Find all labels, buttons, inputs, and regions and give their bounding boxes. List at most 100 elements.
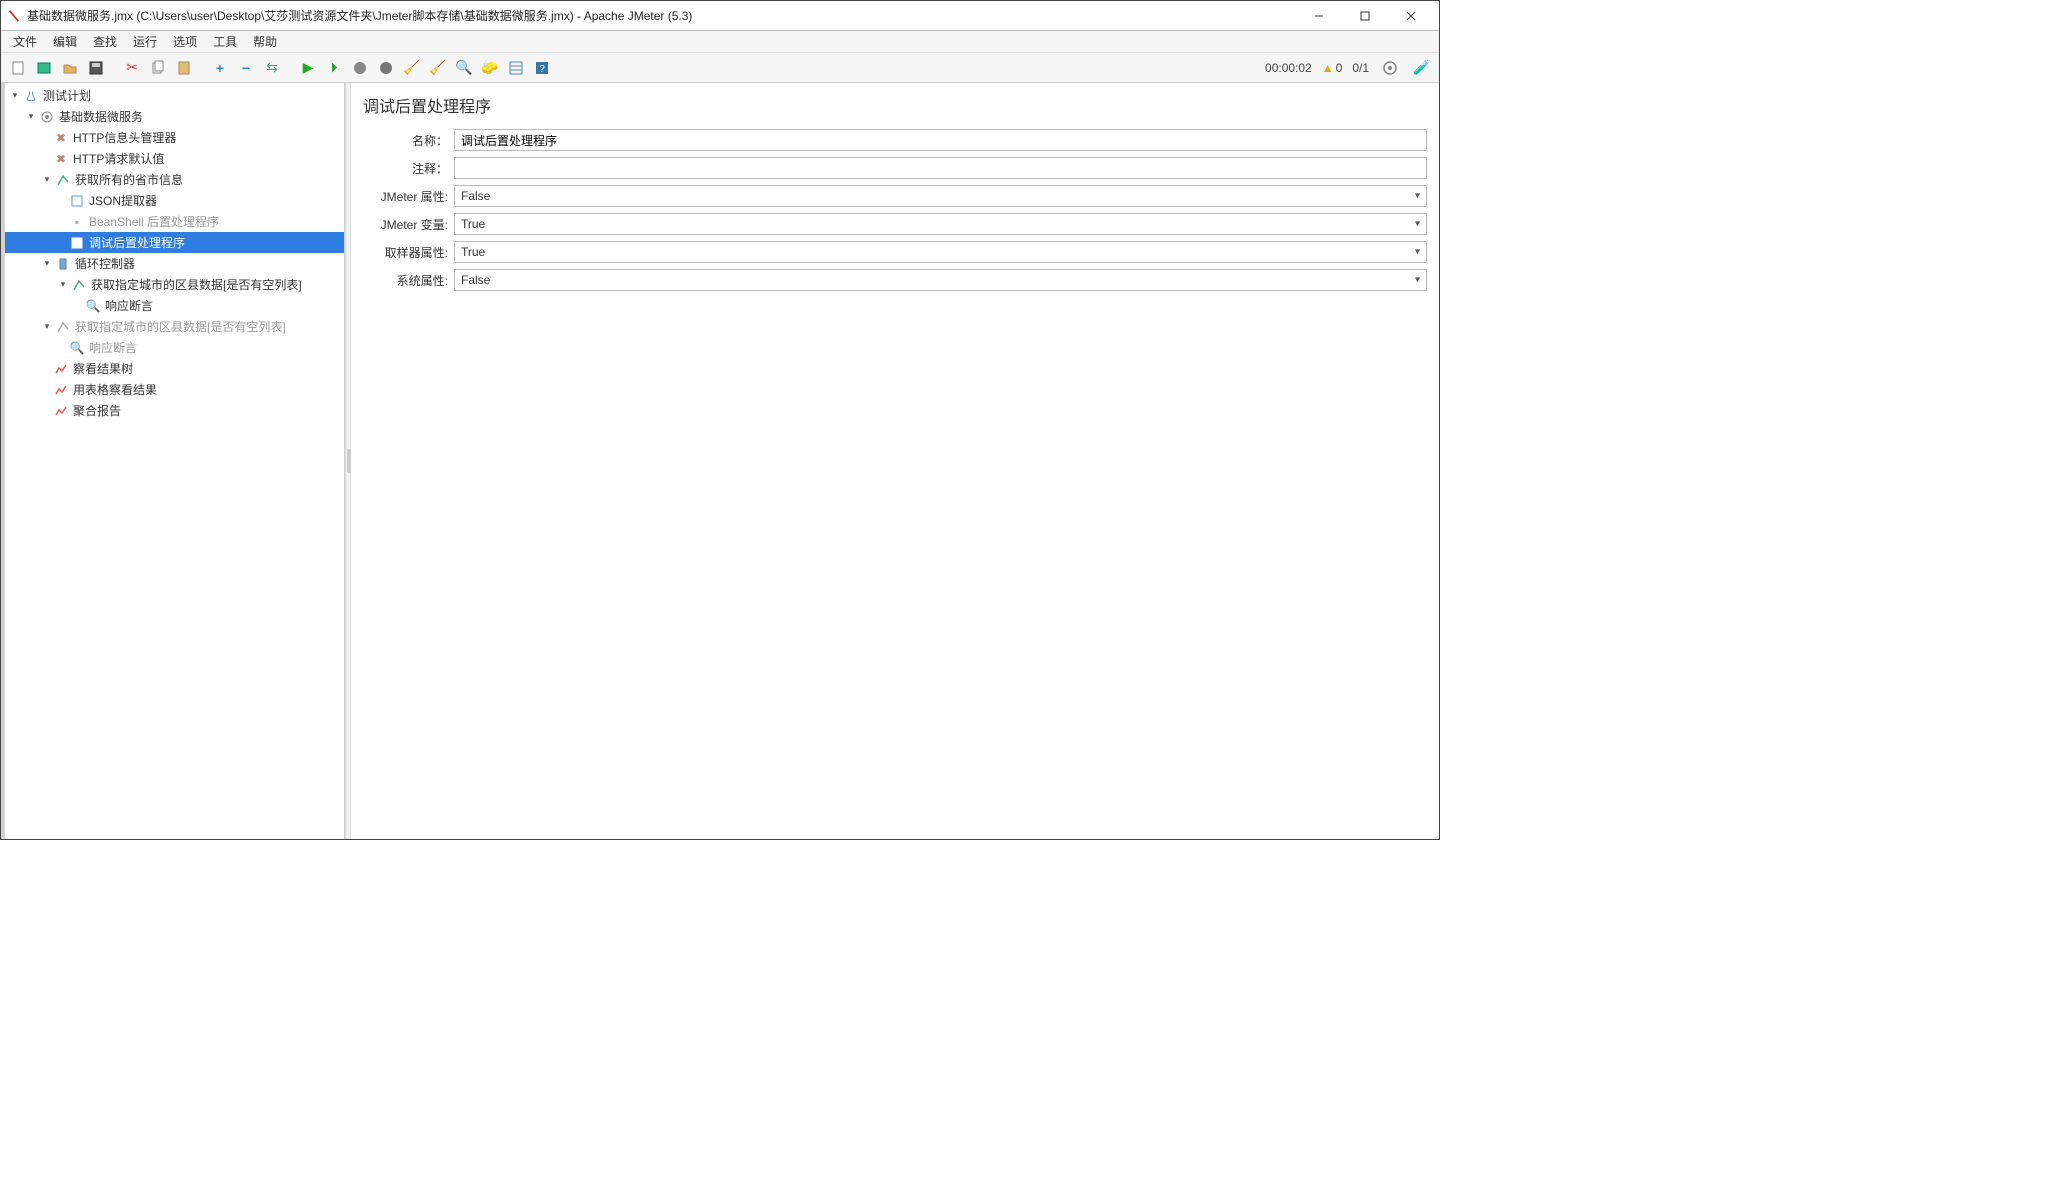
start-icon[interactable]: ▶ — [297, 57, 319, 79]
save-icon[interactable] — [85, 57, 107, 79]
system-props-label: 系统属性: — [363, 272, 448, 289]
tree-sampler-districts-disabled[interactable]: ▾ 获取指定城市的区县数据[是否有空列表] — [5, 316, 344, 337]
test-plan-icon — [23, 88, 39, 104]
open-icon[interactable] — [59, 57, 81, 79]
toggle-icon[interactable]: ▾ — [41, 174, 53, 185]
jmeter-vars-label: JMeter 变量: — [363, 216, 448, 233]
collapse-icon[interactable]: − — [235, 57, 257, 79]
config-icon: ✖ — [53, 151, 69, 167]
tree-sampler-districts[interactable]: ▾ 获取指定城市的区县数据[是否有空列表] — [5, 274, 344, 295]
row-comment: 注释： — [363, 157, 1427, 179]
menu-help[interactable]: 帮助 — [245, 31, 285, 52]
sampler-icon — [71, 277, 87, 293]
tree-label: 用表格察看结果 — [73, 381, 157, 398]
postprocessor-icon — [69, 193, 85, 209]
sampler-icon — [55, 172, 71, 188]
thread-group-icon — [39, 109, 55, 125]
menu-search[interactable]: 查找 — [85, 31, 125, 52]
titlebar: 基础数据微服务.jmx (C:\Users\user\Desktop\艾莎测试资… — [1, 1, 1439, 31]
tree-test-plan[interactable]: ▾ 测试计划 — [5, 85, 344, 106]
clear-icon[interactable]: 🧹 — [401, 57, 423, 79]
tree-label: 响应断言 — [89, 339, 137, 356]
test-plan-tree[interactable]: ▾ 测试计划 ▾ 基础数据微服务 ✖ HTTP信息头管理器 ✖ HTTP请求默认… — [5, 83, 345, 839]
jmeter-props-select[interactable]: False — [454, 185, 1427, 207]
name-input[interactable] — [454, 129, 1427, 151]
toggle-icon[interactable]: ▾ — [9, 90, 21, 101]
new-icon[interactable] — [7, 57, 29, 79]
toggle-icon[interactable]: ▾ — [25, 111, 37, 122]
listener-icon — [53, 382, 69, 398]
listener-icon — [53, 403, 69, 419]
jmeter-vars-select[interactable]: True — [454, 213, 1427, 235]
minimize-button[interactable] — [1297, 2, 1341, 30]
function-helper-icon[interactable] — [505, 57, 527, 79]
copy-icon[interactable] — [147, 57, 169, 79]
tree-label: 基础数据微服务 — [59, 108, 143, 125]
paste-icon[interactable] — [173, 57, 195, 79]
templates-icon[interactable] — [33, 57, 55, 79]
sampler-icon — [55, 319, 71, 335]
tree-aggregate-report[interactable]: 聚合报告 — [5, 400, 344, 421]
toggle-icon[interactable]: ▾ — [41, 321, 53, 332]
system-props-select[interactable]: False — [454, 269, 1427, 291]
listener-icon — [53, 361, 69, 377]
tree-label: 测试计划 — [43, 87, 91, 104]
tree-response-assertion-disabled[interactable]: 🔍 响应断言 — [5, 337, 344, 358]
app-window: 基础数据微服务.jmx (C:\Users\user\Desktop\艾莎测试资… — [0, 0, 1440, 840]
split-divider[interactable] — [345, 83, 351, 839]
assertion-icon: 🔍 — [85, 298, 101, 314]
toggle-icon[interactable]: ⇆ — [261, 57, 283, 79]
tree-view-results-tree[interactable]: 察看结果树 — [5, 358, 344, 379]
search-icon[interactable]: 🔍 — [453, 57, 475, 79]
stoptest-icon[interactable] — [1379, 57, 1401, 79]
tree-label: 获取指定城市的区县数据[是否有空列表] — [91, 276, 302, 293]
shutdown-icon[interactable] — [375, 57, 397, 79]
tree-sampler-provinces[interactable]: ▾ 获取所有的省市信息 — [5, 169, 344, 190]
svg-text:?: ? — [539, 64, 545, 75]
warning-indicator: ▲ 0 — [1322, 61, 1343, 75]
help-icon[interactable]: ? — [531, 57, 553, 79]
tree-debug-post[interactable]: 调试后置处理程序 — [5, 232, 344, 253]
tree-thread-group[interactable]: ▾ 基础数据微服务 — [5, 106, 344, 127]
toggle-icon[interactable]: ▾ — [57, 279, 69, 290]
clear-all-icon[interactable]: 🧹 — [427, 57, 449, 79]
maximize-button[interactable] — [1343, 2, 1387, 30]
tree-http-header-mgr[interactable]: ✖ HTTP信息头管理器 — [5, 127, 344, 148]
postprocessor-icon — [69, 235, 85, 251]
menu-file[interactable]: 文件 — [5, 31, 45, 52]
controller-icon — [55, 256, 71, 272]
toolbar-status: 00:00:02 ▲ 0 0/1 🧪 — [1265, 57, 1433, 79]
cut-icon[interactable]: ✂ — [121, 57, 143, 79]
menu-tools[interactable]: 工具 — [205, 31, 245, 52]
menu-run[interactable]: 运行 — [125, 31, 165, 52]
close-button[interactable] — [1389, 2, 1433, 30]
name-label: 名称： — [363, 132, 448, 149]
stop-icon[interactable] — [349, 57, 371, 79]
editor-panel: 调试后置处理程序 名称： 注释： JMeter 属性: False JMeter… — [351, 83, 1439, 839]
menu-options[interactable]: 选项 — [165, 31, 205, 52]
tree-response-assertion[interactable]: 🔍 响应断言 — [5, 295, 344, 316]
window-controls — [1297, 2, 1433, 30]
tree-beanshell-post[interactable]: ▪ BeanShell 后置处理程序 — [5, 211, 344, 232]
row-name: 名称： — [363, 129, 1427, 151]
menubar: 文件 编辑 查找 运行 选项 工具 帮助 — [1, 31, 1439, 53]
expand-icon[interactable]: + — [209, 57, 231, 79]
toggle-icon[interactable]: ▾ — [41, 258, 53, 269]
warning-icon: ▲ — [1322, 61, 1334, 75]
menu-edit[interactable]: 编辑 — [45, 31, 85, 52]
reset-search-icon[interactable]: 🧽 — [479, 57, 501, 79]
tree-label: BeanShell 后置处理程序 — [89, 213, 219, 230]
jmeter-props-label: JMeter 属性: — [363, 188, 448, 205]
row-sampler-props: 取样器属性: True — [363, 241, 1427, 263]
toolbar: ✂ + − ⇆ ▶ ⏵ 🧹 🧹 🔍 🧽 ? 00:00:02 ▲ 0 0/1 🧪 — [1, 53, 1439, 83]
sampler-props-select[interactable]: True — [454, 241, 1427, 263]
tree-table-results[interactable]: 用表格察看结果 — [5, 379, 344, 400]
tree-label: 获取指定城市的区县数据[是否有空列表] — [75, 318, 286, 335]
comment-input[interactable] — [454, 157, 1427, 179]
tree-http-req-defaults[interactable]: ✖ HTTP请求默认值 — [5, 148, 344, 169]
tree-json-extractor[interactable]: JSON提取器 — [5, 190, 344, 211]
tree-loop-controller[interactable]: ▾ 循环控制器 — [5, 253, 344, 274]
start-no-timers-icon[interactable]: ⏵ — [323, 57, 345, 79]
run-gc-icon[interactable]: 🧪 — [1411, 57, 1433, 79]
app-icon — [7, 9, 21, 23]
